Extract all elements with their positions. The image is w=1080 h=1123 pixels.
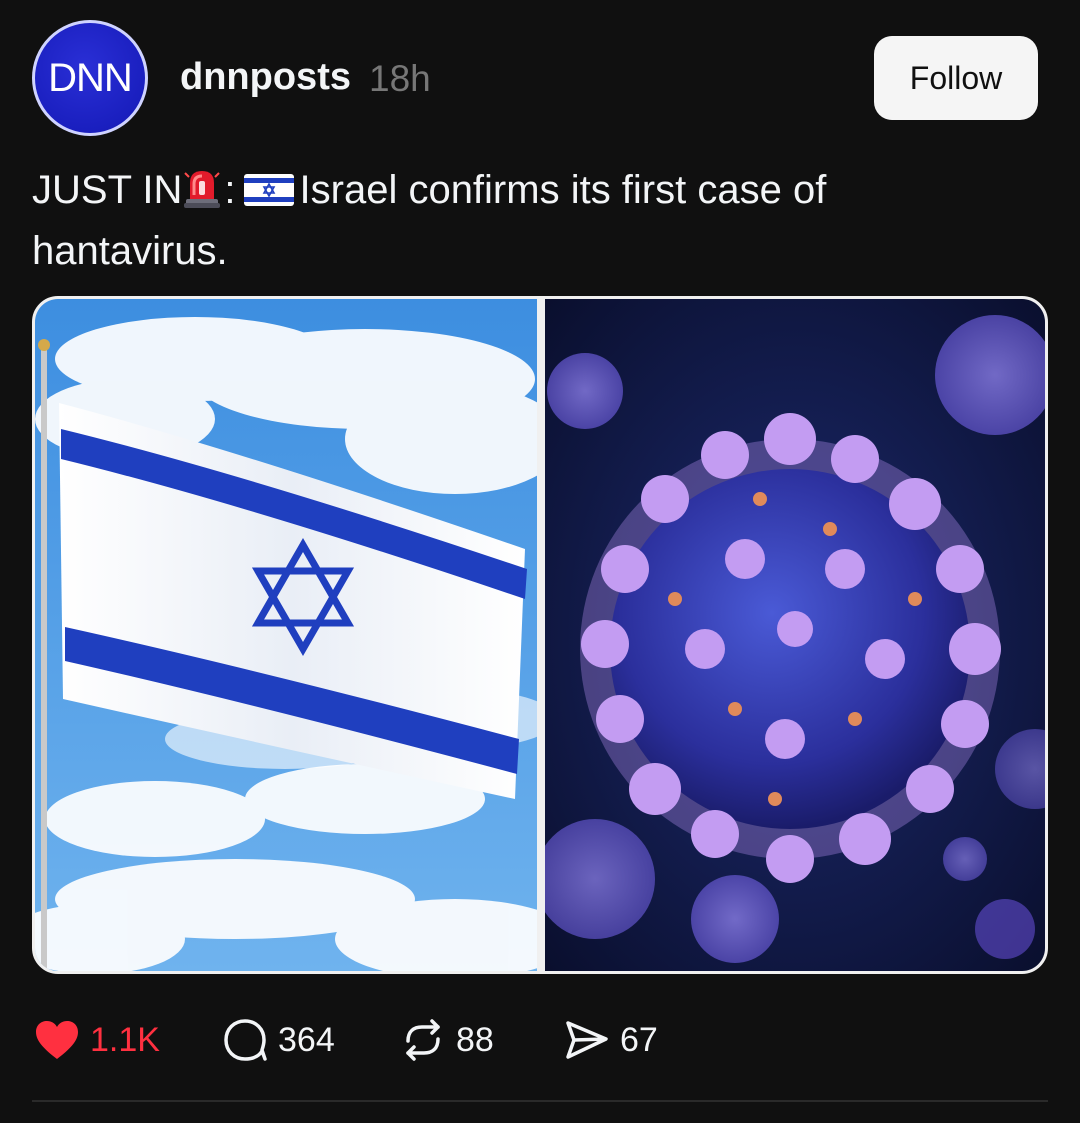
- divider: [32, 1100, 1048, 1102]
- username[interactable]: dnnposts: [180, 56, 351, 99]
- israel-flag-emoji-icon: [243, 174, 294, 206]
- share-icon: [562, 1015, 612, 1065]
- post-header: DNN dnnposts 18h Follow: [32, 20, 1038, 136]
- post-text-sep: :: [224, 168, 236, 212]
- virus-image[interactable]: [545, 299, 1045, 971]
- heart-icon: [32, 1015, 82, 1065]
- post-text: JUST IN : Israel confirms its first case…: [32, 160, 1032, 282]
- comment-icon: [220, 1015, 270, 1065]
- action-bar: 1.1K 364 88 67: [32, 1008, 1032, 1072]
- avatar-text: DNN: [48, 55, 133, 100]
- repost-count: 88: [456, 1020, 494, 1059]
- virus-illustration: [545, 299, 1045, 971]
- like-count: 1.1K: [90, 1020, 160, 1059]
- share-count: 67: [620, 1020, 658, 1059]
- follow-button[interactable]: Follow: [874, 36, 1038, 120]
- like-button[interactable]: 1.1K: [32, 1008, 160, 1072]
- comment-count: 364: [278, 1020, 335, 1059]
- post-text-prefix: JUST IN: [32, 168, 183, 212]
- siren-emoji-icon: [184, 171, 221, 208]
- post-media[interactable]: [32, 296, 1048, 974]
- post-time: 18h: [369, 58, 431, 99]
- post-text-line1: Israel confirms its first case of: [299, 168, 827, 212]
- avatar[interactable]: DNN: [32, 20, 148, 136]
- repost-icon: [398, 1015, 448, 1065]
- repost-button[interactable]: 88: [398, 1008, 494, 1072]
- post-text-line2: hantavirus.: [32, 229, 228, 273]
- israel-flag-illustration: [35, 299, 537, 971]
- israel-flag-image[interactable]: [35, 299, 537, 971]
- comment-button[interactable]: 364: [220, 1008, 335, 1072]
- share-button[interactable]: 67: [562, 1008, 658, 1072]
